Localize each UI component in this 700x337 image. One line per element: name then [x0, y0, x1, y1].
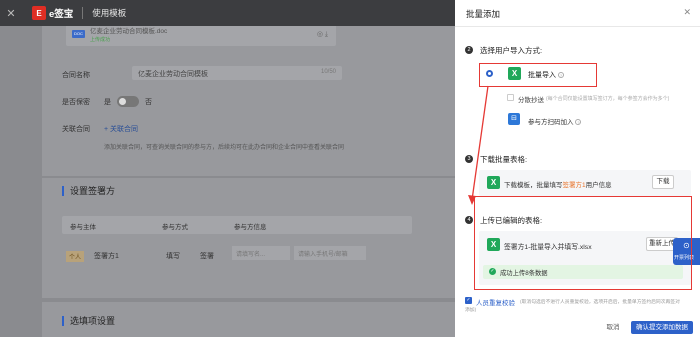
doc-status: 上传成功: [90, 37, 111, 43]
annotation-box-upload: [474, 196, 692, 290]
split-sign-label[interactable]: 分散抄送: [518, 94, 544, 104]
char-count: 10/50: [320, 69, 336, 75]
doc-name: 亿麦企业劳动合同模板.doc: [90, 28, 168, 35]
options-section-title: 选填项设置: [62, 316, 115, 326]
split-sign-hint: (每个合同仅能设置填写签订方，每个参签方会作为多个): [546, 96, 670, 102]
signer-name: 签署方1: [94, 253, 119, 260]
encrypt-label: 是否保密: [62, 99, 90, 106]
related-desc: 添加关联合同，可查询关联合同的参与方，后续均可在此办合同和企业合同中查看关联合同: [104, 145, 345, 151]
encrypt-toggle[interactable]: [117, 96, 139, 107]
step-2-label: 选择用户导入方式:: [480, 46, 543, 55]
download-suffix: 用户信息: [585, 182, 612, 189]
method-sign: 签署: [200, 253, 214, 260]
signer-card: [42, 178, 455, 298]
close-icon[interactable]: ✕: [683, 7, 691, 18]
doc-icon: DOC: [72, 30, 85, 38]
drawer-title: 批量添加: [466, 9, 501, 19]
scan-join-label: 参与方扫码加入: [528, 119, 574, 126]
dedupe-checkbox[interactable]: ✓: [465, 297, 472, 304]
contract-name-input[interactable]: 亿麦企业劳动合同模板 10/50: [132, 66, 342, 80]
close-icon[interactable]: ✕: [0, 0, 22, 26]
contract-name-value: 亿麦企业劳动合同模板: [138, 71, 208, 78]
download-desc: 下载模板，批量填写签署方1用户信息: [504, 179, 612, 189]
help-icon: ?: [575, 119, 582, 126]
app-header: ✕ E e签宝 使用模板: [0, 0, 455, 26]
download-button[interactable]: 下载: [652, 175, 674, 189]
signer-name-input[interactable]: 请填写名...: [232, 246, 290, 260]
header-divider: [82, 7, 84, 19]
drawer-divider: [455, 26, 700, 27]
col-info: 参与方信息: [234, 224, 267, 231]
col-method: 参与方式: [162, 224, 188, 231]
encrypt-yes: 是: [104, 99, 111, 106]
signer-contact-input[interactable]: 请输入手机号/邮箱: [294, 246, 366, 260]
related-label: 关联合同: [62, 126, 90, 133]
encrypt-no: 否: [145, 99, 152, 106]
person-badge: 个人: [66, 251, 85, 262]
annotation-arrow: [468, 85, 489, 205]
dedupe-hint: (取消勾选后不进行人员重复校验，选项开启后，批量单方签约后同次再签对: [520, 300, 680, 305]
logo-mark: E: [32, 6, 46, 20]
confirm-submit-button[interactable]: 确认提交添加数据: [631, 321, 693, 334]
app-logo: E e签宝: [32, 6, 73, 20]
uploaded-doc: DOC 亿麦企业劳动合同模板.doc 上传成功 ◎ ⤓: [66, 26, 336, 46]
doc-actions[interactable]: ◎ ⤓: [317, 30, 328, 39]
signer-table-header: 参与主体 参与方式 参与方信息: [62, 216, 412, 234]
template-form: DOC 亿麦企业劳动合同模板.doc 上传成功 ◎ ⤓ 合同名称 亿麦企业劳动合…: [0, 26, 455, 337]
contract-name-label: 合同名称: [62, 72, 90, 79]
dedupe-hint-cont: 添加): [465, 308, 477, 313]
step-2-number: 2: [465, 46, 473, 54]
add-related-link[interactable]: + 关联合同: [104, 124, 138, 134]
download-highlight: 签署方1: [562, 182, 586, 189]
logo-text: e签宝: [49, 9, 74, 20]
sign-section-title: 设置签署方: [62, 186, 115, 196]
page-title: 使用模板: [92, 8, 127, 18]
step-4-number: 4: [465, 216, 473, 224]
dedupe-label[interactable]: 人员重复校验: [476, 297, 515, 307]
col-party: 参与主体: [70, 224, 96, 231]
scan-join-option[interactable]: 参与方扫码加入 ?: [528, 116, 582, 126]
method-fill: 填写: [166, 253, 180, 260]
cancel-button[interactable]: 取消: [600, 321, 626, 334]
